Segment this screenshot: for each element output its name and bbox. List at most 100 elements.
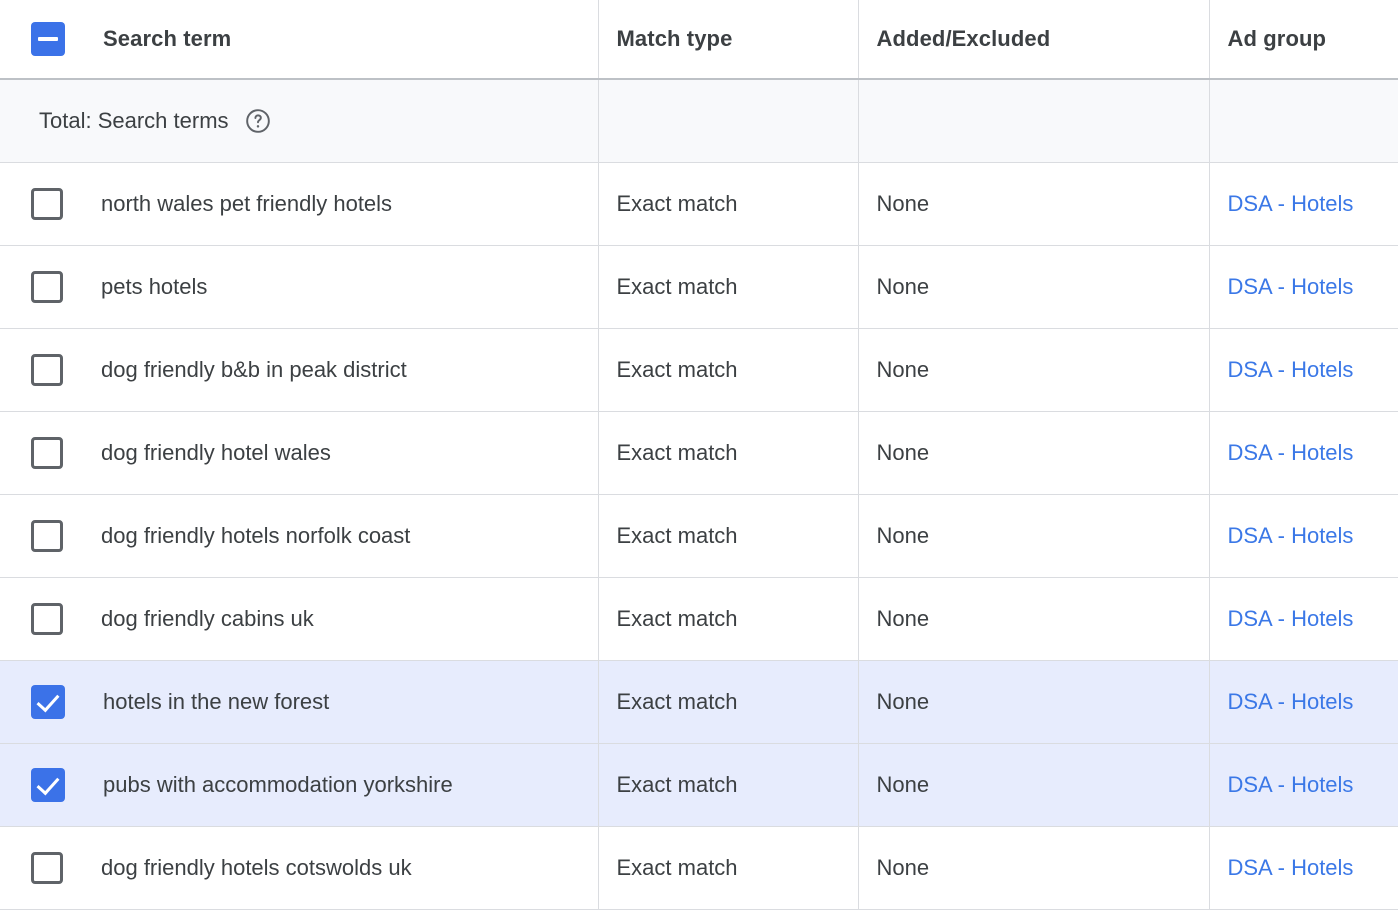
ad-group-cell-inner: DSA - Hotels [1210, 827, 1398, 909]
search-term-cell: dog friendly hotel wales [0, 412, 598, 495]
total-row-ad-group-cell [1209, 79, 1398, 163]
search-term-text: dog friendly hotel wales [101, 440, 331, 466]
ad-group-cell-inner: DSA - Hotels [1210, 495, 1398, 577]
ad-group-cell: DSA - Hotels [1209, 578, 1398, 661]
total-row-match-type [599, 80, 858, 162]
added-excluded-text: None [859, 163, 1209, 245]
ad-group-cell: DSA - Hotels [1209, 661, 1398, 744]
ad-group-link[interactable]: DSA - Hotels [1228, 357, 1354, 383]
match-type-text: Exact match [599, 578, 858, 660]
row-select-checkbox[interactable] [31, 685, 65, 719]
match-type-cell: Exact match [598, 744, 858, 827]
search-term-cell: pubs with accommodation yorkshire [0, 744, 598, 827]
table-row[interactable]: pets hotels Exact matchNone DSA - Hotels [0, 246, 1398, 329]
ad-group-link[interactable]: DSA - Hotels [1228, 440, 1354, 466]
ad-group-link[interactable]: DSA - Hotels [1228, 523, 1354, 549]
search-term-text: hotels in the new forest [103, 689, 329, 715]
row-select-checkbox[interactable] [31, 437, 63, 469]
total-row-added-excluded [859, 80, 1209, 162]
table-row[interactable]: hotels in the new forest Exact matchNone D… [0, 661, 1398, 744]
total-row: Total: Search terms [0, 79, 1398, 163]
match-type-text: Exact match [599, 329, 858, 411]
added-excluded-text: None [859, 495, 1209, 577]
added-excluded-cell: None [858, 495, 1209, 578]
added-excluded-cell: None [858, 661, 1209, 744]
ad-group-link[interactable]: DSA - Hotels [1228, 772, 1354, 798]
table-row[interactable]: dog friendly hotel wales Exact matchNone D… [0, 412, 1398, 495]
search-term-cell: pets hotels [0, 246, 598, 329]
ad-group-link[interactable]: DSA - Hotels [1228, 606, 1354, 632]
select-all-checkbox[interactable] [31, 22, 65, 56]
column-header-search-term: Search term [0, 0, 598, 79]
added-excluded-text: None [859, 329, 1209, 411]
total-row-added-excluded-cell [858, 79, 1209, 163]
ad-group-link[interactable]: DSA - Hotels [1228, 191, 1354, 217]
ad-group-cell: DSA - Hotels [1209, 744, 1398, 827]
table-header: Search term Match type Added/Excluded Ad… [0, 0, 1398, 79]
search-term-cell: dog friendly hotels norfolk coast [0, 495, 598, 578]
added-excluded-cell: None [858, 246, 1209, 329]
added-excluded-text: None [859, 578, 1209, 660]
match-type-cell: Exact match [598, 412, 858, 495]
ad-group-cell-inner: DSA - Hotels [1210, 578, 1398, 660]
column-header-search-term-label: Search term [103, 26, 231, 52]
ad-group-cell-inner: DSA - Hotels [1210, 329, 1398, 411]
added-excluded-cell: None [858, 744, 1209, 827]
match-type-cell: Exact match [598, 246, 858, 329]
match-type-cell: Exact match [598, 661, 858, 744]
search-term-text: dog friendly cabins uk [101, 606, 314, 632]
table-row[interactable]: north wales pet friendly hotels Exact mat… [0, 163, 1398, 246]
match-type-text: Exact match [599, 495, 858, 577]
ad-group-cell-inner: DSA - Hotels [1210, 163, 1398, 245]
added-excluded-text: None [859, 744, 1209, 826]
match-type-cell: Exact match [598, 163, 858, 246]
ad-group-cell: DSA - Hotels [1209, 246, 1398, 329]
added-excluded-cell: None [858, 329, 1209, 412]
search-term-cell: hotels in the new forest [0, 661, 598, 744]
match-type-text: Exact match [599, 163, 858, 245]
added-excluded-text: None [859, 661, 1209, 743]
search-terms-table-container: Search term Match type Added/Excluded Ad… [0, 0, 1398, 890]
row-select-checkbox[interactable] [31, 768, 65, 802]
match-type-text: Exact match [599, 827, 858, 909]
ad-group-link[interactable]: DSA - Hotels [1228, 689, 1354, 715]
ad-group-cell-inner: DSA - Hotels [1210, 412, 1398, 494]
row-select-checkbox[interactable] [31, 271, 63, 303]
column-header-added-excluded[interactable]: Added/Excluded [858, 0, 1209, 79]
table-row[interactable]: dog friendly hotels norfolk coastExact m… [0, 495, 1398, 578]
added-excluded-cell: None [858, 163, 1209, 246]
row-select-checkbox[interactable] [31, 852, 63, 884]
table-row[interactable]: dog friendly hotels cotswolds ukExact ma… [0, 827, 1398, 910]
ad-group-cell: DSA - Hotels [1209, 495, 1398, 578]
search-term-text: north wales pet friendly hotels [101, 191, 392, 217]
match-type-cell: Exact match [598, 495, 858, 578]
table-row[interactable]: dog friendly cabins uk Exact matchNone DSA… [0, 578, 1398, 661]
total-row-label: Total: Search terms [39, 108, 229, 134]
ad-group-cell-inner: DSA - Hotels [1210, 744, 1398, 826]
ad-group-link[interactable]: DSA - Hotels [1228, 274, 1354, 300]
help-circle-icon[interactable] [245, 108, 271, 134]
column-header-ad-group[interactable]: Ad group [1209, 0, 1398, 79]
ad-group-cell-inner: DSA - Hotels [1210, 246, 1398, 328]
search-term-text: pubs with accommodation yorkshire [103, 772, 453, 798]
column-header-match-type[interactable]: Match type [598, 0, 858, 79]
search-terms-table: Search term Match type Added/Excluded Ad… [0, 0, 1398, 910]
total-row-match-type-cell [598, 79, 858, 163]
column-header-added-excluded-label: Added/Excluded [877, 26, 1051, 52]
match-type-text: Exact match [599, 412, 858, 494]
row-select-checkbox[interactable] [31, 188, 63, 220]
table-row[interactable]: dog friendly b&b in peak districtExact m… [0, 329, 1398, 412]
table-row[interactable]: pubs with accommodation yorkshire Exact m… [0, 744, 1398, 827]
ad-group-link[interactable]: DSA - Hotels [1228, 855, 1354, 881]
search-term-cell: dog friendly cabins uk [0, 578, 598, 661]
row-select-checkbox[interactable] [31, 603, 63, 635]
added-excluded-text: None [859, 246, 1209, 328]
total-row-ad-group [1210, 80, 1398, 162]
total-row-label-cell: Total: Search terms [0, 79, 598, 163]
added-excluded-text: None [859, 412, 1209, 494]
row-select-checkbox[interactable] [31, 354, 63, 386]
match-type-text: Exact match [599, 661, 858, 743]
search-term-text: pets hotels [101, 274, 207, 300]
row-select-checkbox[interactable] [31, 520, 63, 552]
table-body: Total: Search terms [0, 79, 1398, 910]
